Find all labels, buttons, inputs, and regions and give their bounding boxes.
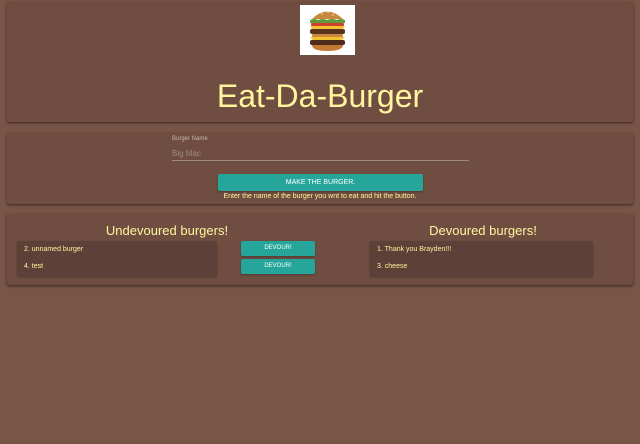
burger-name-input[interactable]: [172, 146, 469, 161]
undevoured-title: Undevoured burgers!: [105, 223, 229, 238]
devoured-list: 1. Thank you Brayden!!! 3. cheese: [370, 241, 593, 276]
burger-form: Burger Name Make the burger. Enter the n…: [7, 133, 633, 204]
devour-button[interactable]: Devour!: [241, 259, 315, 274]
burger-name-label: Burger Name: [172, 136, 208, 142]
devour-button[interactable]: Devour!: [241, 241, 315, 256]
list-item: 4. test: [24, 263, 44, 270]
devoured-title: Devoured burgers!: [429, 223, 537, 238]
page-title: Eat-Da-Burger: [216, 78, 424, 114]
burger-logo-image: [300, 5, 355, 55]
make-burger-button[interactable]: Make the burger.: [218, 174, 423, 191]
undevoured-list: 2. unnamed burger 4. test: [17, 241, 217, 276]
list-item: 2. unnamed burger: [24, 246, 84, 253]
list-item: 3. cheese: [377, 263, 408, 270]
list-item: 1. Thank you Brayden!!!: [377, 246, 452, 253]
form-hint: Enter the name of the burger you wnt to …: [223, 193, 417, 200]
burger-lists: Undevoured burgers! Devoured burgers! 2.…: [7, 214, 633, 285]
header-card: Eat-Da-Burger: [7, 2, 633, 122]
